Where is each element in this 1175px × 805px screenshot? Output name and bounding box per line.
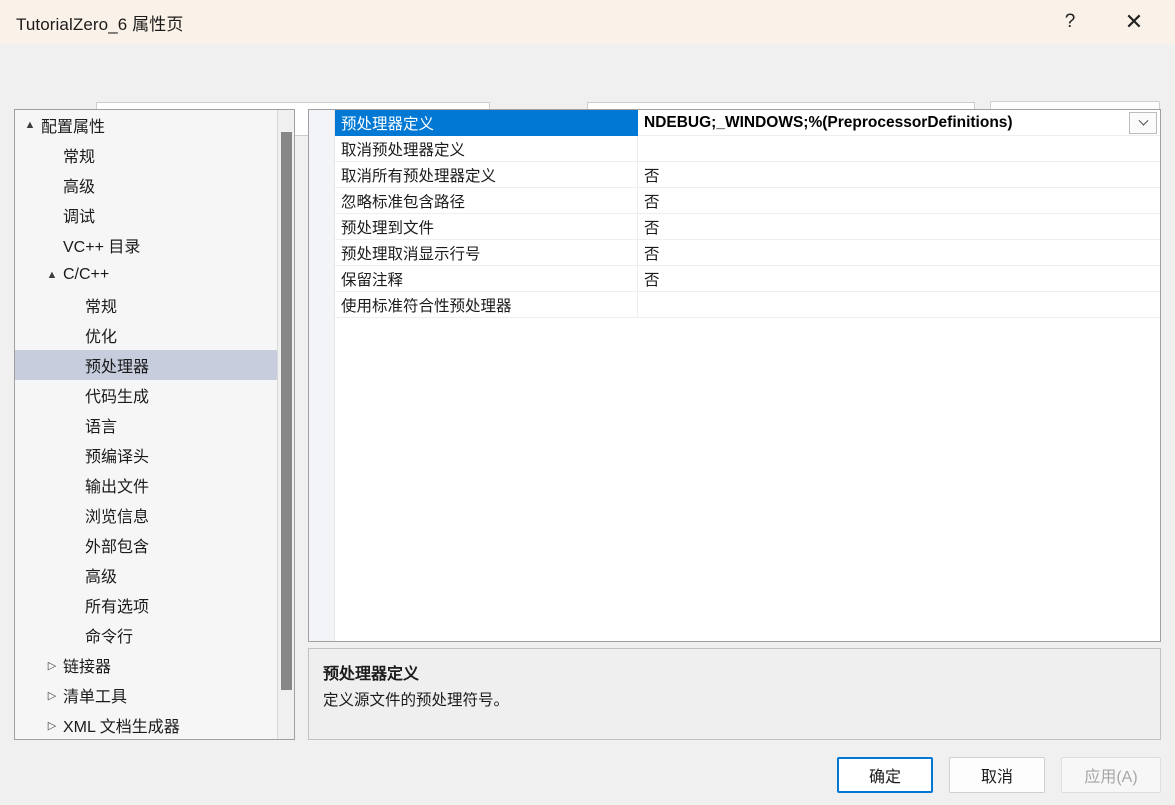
tree-item-label: 调试: [63, 209, 96, 226]
tree-item-2[interactable]: 高级: [15, 170, 277, 200]
tree-item-15[interactable]: 高级: [15, 560, 277, 590]
tree-item-3[interactable]: 调试: [15, 200, 277, 230]
tree-item-1[interactable]: 常规: [15, 140, 277, 170]
chevron-down-icon: [1138, 115, 1148, 126]
tree-item-label: 常规: [85, 299, 118, 316]
property-tree[interactable]: ▲ 配置属性 常规 高级 调试 VC++ 目录 ▲ C/C++ 常规 优化 预处理器 代码生成 语言 预编…: [15, 110, 277, 739]
description-text: 定义源文件的预处理符号。: [323, 692, 510, 709]
property-name: 预处理到文件: [335, 213, 638, 240]
tree-item-9[interactable]: 代码生成: [15, 380, 277, 410]
property-tree-panel: ▲ 配置属性 常规 高级 调试 VC++ 目录 ▲ C/C++ 常规 优化 预处理器 代码生成 语言 预编…: [14, 109, 295, 740]
tree-item-label: 浏览信息: [85, 509, 150, 526]
property-description-panel: 预处理器定义 定义源文件的预处理符号。: [308, 648, 1161, 740]
tree-item-label: 高级: [63, 179, 96, 196]
tree-item-label: 预编译头: [85, 449, 150, 466]
tree-item-label: 预处理器: [85, 359, 150, 376]
tree-item-19[interactable]: ▷ 清单工具: [15, 680, 277, 710]
tree-item-label: C/C++: [63, 266, 110, 283]
tree-item-label: 语言: [85, 419, 118, 436]
tree-scrollbar-thumb[interactable]: [281, 132, 292, 690]
tree-item-label: 优化: [85, 329, 118, 346]
tree-item-12[interactable]: 输出文件: [15, 470, 277, 500]
tree-item-18[interactable]: ▷ 链接器: [15, 650, 277, 680]
collapsed-arrow-icon[interactable]: ▷: [43, 689, 61, 702]
configuration-bar: 配置(C): Release 平台(P): x64 配置管理器(O)...: [0, 44, 1175, 137]
cancel-button[interactable]: 取消: [949, 757, 1045, 793]
tree-item-label: 配置属性: [41, 119, 106, 136]
property-value[interactable]: 否: [638, 214, 1160, 240]
property-row[interactable]: 取消所有预处理器定义否: [335, 161, 1160, 188]
tree-item-label: 代码生成: [85, 389, 150, 406]
collapsed-arrow-icon[interactable]: ▷: [43, 659, 61, 672]
property-value[interactable]: [638, 136, 1160, 162]
tree-item-label: 清单工具: [63, 689, 128, 706]
tree-item-5[interactable]: ▲ C/C++: [15, 260, 277, 290]
property-row[interactable]: 预处理器定义 NDEBUG;_WINDOWS;%(PreprocessorDefi…: [335, 110, 1160, 136]
property-grid-gutter: [309, 110, 335, 641]
help-icon[interactable]: ?: [1047, 0, 1093, 44]
tree-item-17[interactable]: 命令行: [15, 620, 277, 650]
tree-item-label: XML 文档生成器: [63, 719, 180, 736]
dialog-title: TutorialZero_6 属性页: [16, 14, 184, 34]
property-name: 预处理取消显示行号: [335, 239, 638, 266]
tree-item-label: 高级: [85, 569, 118, 586]
tree-item-0[interactable]: ▲ 配置属性: [15, 110, 277, 140]
expanded-arrow-icon[interactable]: ▲: [43, 269, 61, 281]
tree-scrollbar[interactable]: [277, 110, 294, 739]
property-row[interactable]: 使用标准符合性预处理器: [335, 291, 1160, 318]
dialog-title-bar: TutorialZero_6 属性页 ? ✕: [0, 0, 1175, 44]
property-name: 取消预处理器定义: [335, 135, 638, 162]
property-name: 预处理器定义: [335, 110, 638, 136]
property-name: 使用标准符合性预处理器: [335, 291, 638, 318]
tree-item-13[interactable]: 浏览信息: [15, 500, 277, 530]
value-dropdown-button[interactable]: [1129, 112, 1157, 134]
property-row[interactable]: 预处理取消显示行号否: [335, 239, 1160, 266]
tree-item-16[interactable]: 所有选项: [15, 590, 277, 620]
collapsed-arrow-icon[interactable]: ▷: [43, 719, 61, 732]
property-value[interactable]: 否: [638, 188, 1160, 214]
tree-item-20[interactable]: ▷ XML 文档生成器: [15, 710, 277, 739]
tree-item-label: VC++ 目录: [63, 239, 141, 256]
tree-item-11[interactable]: 预编译头: [15, 440, 277, 470]
property-row[interactable]: 预处理到文件否: [335, 213, 1160, 240]
property-value[interactable]: 否: [638, 266, 1160, 292]
property-row[interactable]: 取消预处理器定义: [335, 135, 1160, 162]
tree-item-7[interactable]: 优化: [15, 320, 277, 350]
property-row[interactable]: 忽略标准包含路径否: [335, 187, 1160, 214]
property-value[interactable]: NDEBUG;_WINDOWS;%(PreprocessorDefinition…: [638, 110, 1160, 136]
tree-item-label: 输出文件: [85, 479, 150, 496]
tree-item-label: 外部包含: [85, 539, 150, 556]
expanded-arrow-icon[interactable]: ▲: [21, 119, 39, 131]
property-grid-rows[interactable]: 预处理器定义 NDEBUG;_WINDOWS;%(PreprocessorDefi…: [335, 110, 1160, 318]
tree-item-10[interactable]: 语言: [15, 410, 277, 440]
tree-item-label: 命令行: [85, 629, 134, 646]
property-name: 保留注释: [335, 265, 638, 292]
property-value[interactable]: [638, 292, 1160, 318]
tree-item-4[interactable]: VC++ 目录: [15, 230, 277, 260]
property-row[interactable]: 保留注释否: [335, 265, 1160, 292]
property-value[interactable]: 否: [638, 162, 1160, 188]
property-grid-panel: 预处理器定义 NDEBUG;_WINDOWS;%(PreprocessorDefi…: [308, 109, 1161, 642]
tree-item-8[interactable]: 预处理器: [15, 350, 277, 380]
tree-item-label: 常规: [63, 149, 96, 166]
tree-item-14[interactable]: 外部包含: [15, 530, 277, 560]
property-name: 取消所有预处理器定义: [335, 161, 638, 188]
tree-item-label: 所有选项: [85, 599, 150, 616]
apply-button: 应用(A): [1061, 757, 1161, 793]
tree-item-label: 链接器: [63, 659, 112, 676]
close-icon[interactable]: ✕: [1111, 0, 1157, 44]
tree-item-6[interactable]: 常规: [15, 290, 277, 320]
ok-button[interactable]: 确定: [837, 757, 933, 793]
description-title: 预处理器定义: [323, 666, 420, 683]
property-name: 忽略标准包含路径: [335, 187, 638, 214]
property-value[interactable]: 否: [638, 240, 1160, 266]
